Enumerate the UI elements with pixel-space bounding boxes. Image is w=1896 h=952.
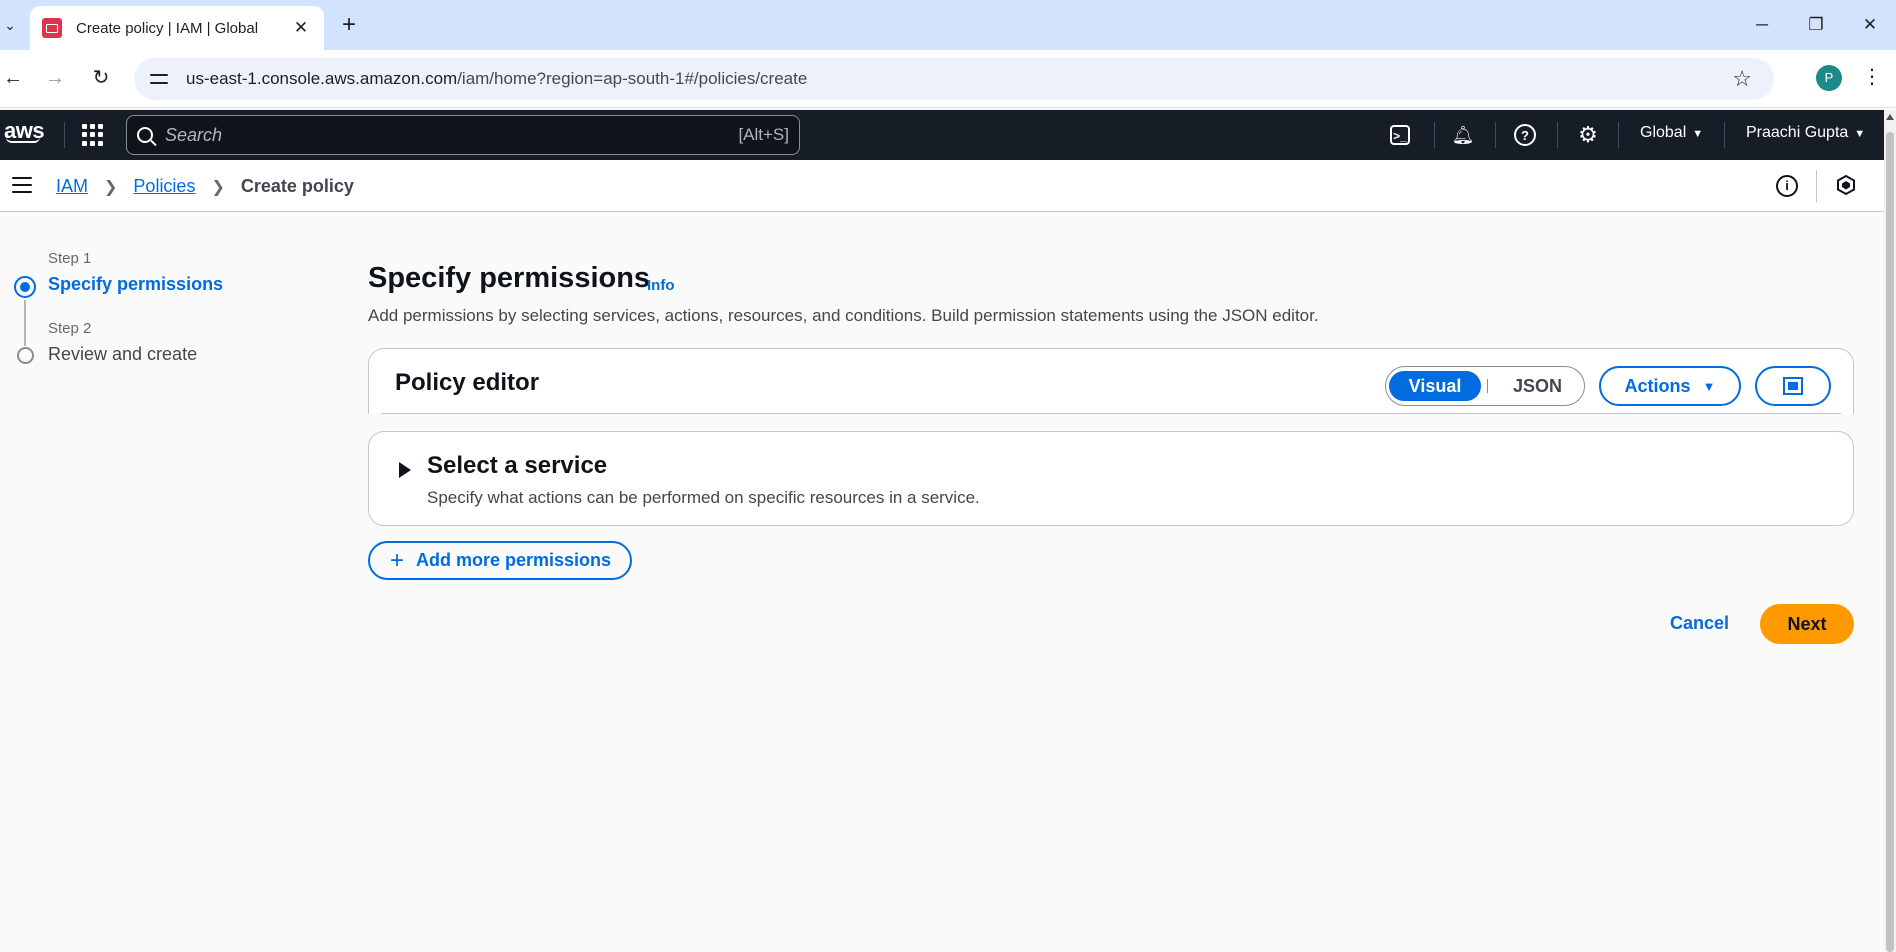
bookmark-star-icon[interactable]: ☆ xyxy=(1732,66,1752,92)
breadcrumb: IAM ❯ Policies ❯ Create policy xyxy=(56,176,354,197)
cloudshell-icon[interactable]: >_ xyxy=(1390,125,1410,145)
policy-editor-title: Policy editor xyxy=(395,369,540,396)
aws-search-input[interactable]: Search [Alt+S] xyxy=(126,115,800,155)
search-icon xyxy=(137,127,153,143)
forward-icon[interactable]: → xyxy=(42,65,68,91)
services-menu-icon[interactable] xyxy=(82,124,104,146)
next-button[interactable]: Next xyxy=(1760,604,1854,644)
minimize-icon[interactable]: ─ xyxy=(1742,10,1782,40)
profile-avatar[interactable]: P xyxy=(1816,65,1842,91)
fullscreen-button[interactable] xyxy=(1755,366,1831,406)
aws-console-header: aws Search [Alt+S] >_ 🔔︎ ? ⚙ Global ▼ Pra… xyxy=(0,110,1884,160)
step-connector xyxy=(24,300,26,346)
info-panel-icon[interactable]: i xyxy=(1776,175,1798,197)
json-mode-button[interactable]: JSON xyxy=(1494,376,1581,397)
expand-caret-icon[interactable] xyxy=(399,462,411,478)
notifications-bell-icon[interactable]: 🔔︎ xyxy=(1451,123,1475,147)
account-menu[interactable]: Praachi Gupta ▼ xyxy=(1746,124,1865,142)
settings-gear-icon[interactable]: ⚙ xyxy=(1576,123,1600,147)
add-more-permissions-button[interactable]: + Add more permissions xyxy=(368,541,632,580)
visual-mode-button[interactable]: Visual xyxy=(1389,371,1481,401)
amazon-q-icon[interactable] xyxy=(1834,173,1858,197)
page-title: Specify permissions xyxy=(368,262,651,294)
tab-close-icon[interactable]: ✕ xyxy=(290,18,312,38)
select-service-title[interactable]: Select a service xyxy=(427,452,607,480)
step-1-active-indicator-icon xyxy=(14,276,36,298)
breadcrumb-policies[interactable]: Policies xyxy=(133,176,195,197)
browser-tab-active[interactable]: Create policy | IAM | Global ✕ xyxy=(30,6,324,50)
tab-title: Create policy | IAM | Global xyxy=(76,19,259,37)
side-nav-menu-icon[interactable] xyxy=(12,177,32,193)
step-1-link[interactable]: Specify permissions xyxy=(48,274,223,295)
reload-icon[interactable]: ↻ xyxy=(88,65,114,91)
browser-menu-icon[interactable]: ⋮ xyxy=(1862,64,1882,89)
search-placeholder: Search xyxy=(165,124,223,145)
policy-editor-header: Policy editor Visual JSON Actions ▼ xyxy=(368,348,1854,414)
breadcrumb-iam[interactable]: IAM xyxy=(56,176,88,197)
region-selector[interactable]: Global ▼ xyxy=(1640,124,1703,142)
browser-tab-bar: ⌄ Create policy | IAM | Global ✕ + ─ ❐ ✕ xyxy=(0,0,1896,50)
site-info-icon[interactable] xyxy=(148,68,170,90)
breadcrumb-current: Create policy xyxy=(240,176,354,196)
search-shortcut: [Alt+S] xyxy=(738,125,789,144)
breadcrumb-bar: IAM ❯ Policies ❯ Create policy i xyxy=(0,160,1884,212)
aws-logo[interactable]: aws xyxy=(4,118,45,143)
actions-dropdown-button[interactable]: Actions ▼ xyxy=(1599,366,1741,406)
select-service-description: Specify what actions can be performed on… xyxy=(427,488,980,507)
step-1-number: Step 1 xyxy=(48,250,92,267)
browser-toolbar: ← → ↻ us-east-1.console.aws.amazon.com/i… xyxy=(0,50,1896,108)
iam-favicon-icon xyxy=(42,18,62,38)
url-text[interactable]: us-east-1.console.aws.amazon.com/iam/hom… xyxy=(186,69,807,89)
back-icon[interactable]: ← xyxy=(0,65,26,91)
address-bar[interactable]: us-east-1.console.aws.amazon.com/iam/hom… xyxy=(134,58,1774,100)
help-icon[interactable]: ? xyxy=(1514,124,1536,146)
restore-icon[interactable]: ❐ xyxy=(1796,10,1836,40)
info-link[interactable]: Info xyxy=(647,277,675,294)
page-description: Add permissions by selecting services, a… xyxy=(368,306,1319,325)
tab-search-chevron-icon[interactable]: ⌄ xyxy=(0,12,20,38)
window-close-icon[interactable]: ✕ xyxy=(1850,10,1890,40)
step-2-label: Review and create xyxy=(48,344,198,364)
cancel-button[interactable]: Cancel xyxy=(1670,613,1729,634)
plus-icon: + xyxy=(390,546,405,574)
step-2-indicator-icon xyxy=(17,347,34,364)
chevron-right-icon: ❯ xyxy=(211,178,225,196)
select-service-section[interactable]: Select a service Specify what actions ca… xyxy=(368,431,1854,526)
new-tab-button[interactable]: + xyxy=(338,10,360,40)
chevron-right-icon: ❯ xyxy=(104,178,118,196)
editor-mode-toggle: Visual JSON xyxy=(1385,366,1585,406)
fullscreen-icon xyxy=(1783,377,1803,395)
caret-down-icon: ▼ xyxy=(1702,378,1716,394)
step-2-number: Step 2 xyxy=(48,320,92,337)
page-scrollbar[interactable] xyxy=(1884,110,1896,952)
